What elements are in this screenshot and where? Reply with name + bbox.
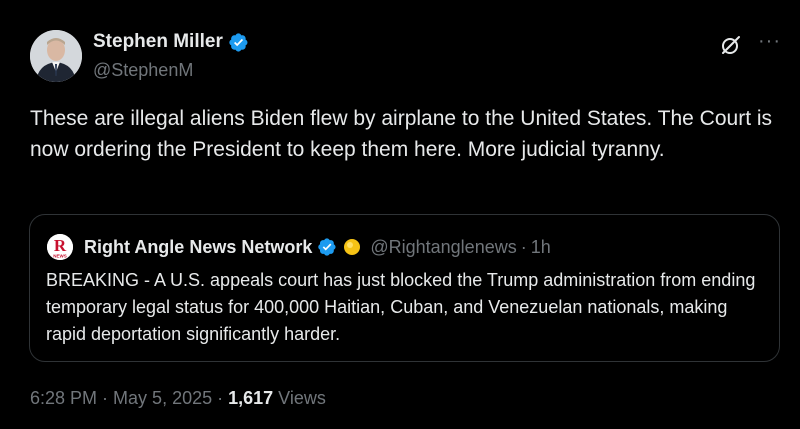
right-angle-news-logo: R NEWS bbox=[47, 234, 73, 260]
views-label: Views bbox=[273, 388, 326, 408]
quote-timestamp[interactable]: 1h bbox=[531, 237, 551, 258]
more-icon[interactable]: ··· bbox=[758, 31, 780, 55]
svg-text:NEWS: NEWS bbox=[53, 254, 67, 259]
quote-tweet-card[interactable]: R NEWS Right Angle News Network @Rightan… bbox=[29, 214, 780, 362]
yellow-circle-icon bbox=[344, 239, 361, 255]
svg-text:R: R bbox=[54, 236, 67, 255]
author-handle[interactable]: @StephenM bbox=[93, 60, 193, 81]
author-avatar[interactable] bbox=[30, 30, 82, 82]
meta-separator-2: · bbox=[212, 388, 229, 408]
tweet-text: These are illegal aliens Biden flew by a… bbox=[30, 107, 773, 161]
tweet-time[interactable]: 6:28 PM bbox=[30, 388, 97, 408]
tweet-date[interactable]: May 5, 2025 bbox=[113, 388, 212, 408]
author-name[interactable]: Stephen Miller bbox=[93, 31, 223, 53]
quote-author-avatar[interactable]: R NEWS bbox=[47, 234, 73, 260]
views-count[interactable]: 1,617 bbox=[228, 388, 273, 408]
meta-separator: · bbox=[97, 388, 114, 408]
author-avatar-image bbox=[30, 30, 82, 82]
quote-text: BREAKING - A U.S. appeals court has just… bbox=[46, 270, 756, 344]
verified-badge-icon bbox=[318, 238, 336, 256]
quote-header: Right Angle News Network @Rightanglenews… bbox=[84, 235, 551, 259]
tweet-meta: 6:28 PM · May 5, 2025 · 1,617 Views bbox=[30, 388, 326, 409]
quote-separator: · bbox=[520, 236, 527, 257]
grok-icon[interactable] bbox=[719, 33, 743, 57]
verified-badge-icon bbox=[229, 32, 248, 52]
tweet: Stephen Miller @StephenM ··· These are i… bbox=[0, 0, 800, 429]
quote-author-name[interactable]: Right Angle News Network bbox=[84, 237, 312, 258]
author-name-row[interactable]: Stephen Miller bbox=[93, 31, 249, 53]
quote-author-handle[interactable]: @Rightanglenews bbox=[370, 237, 516, 258]
